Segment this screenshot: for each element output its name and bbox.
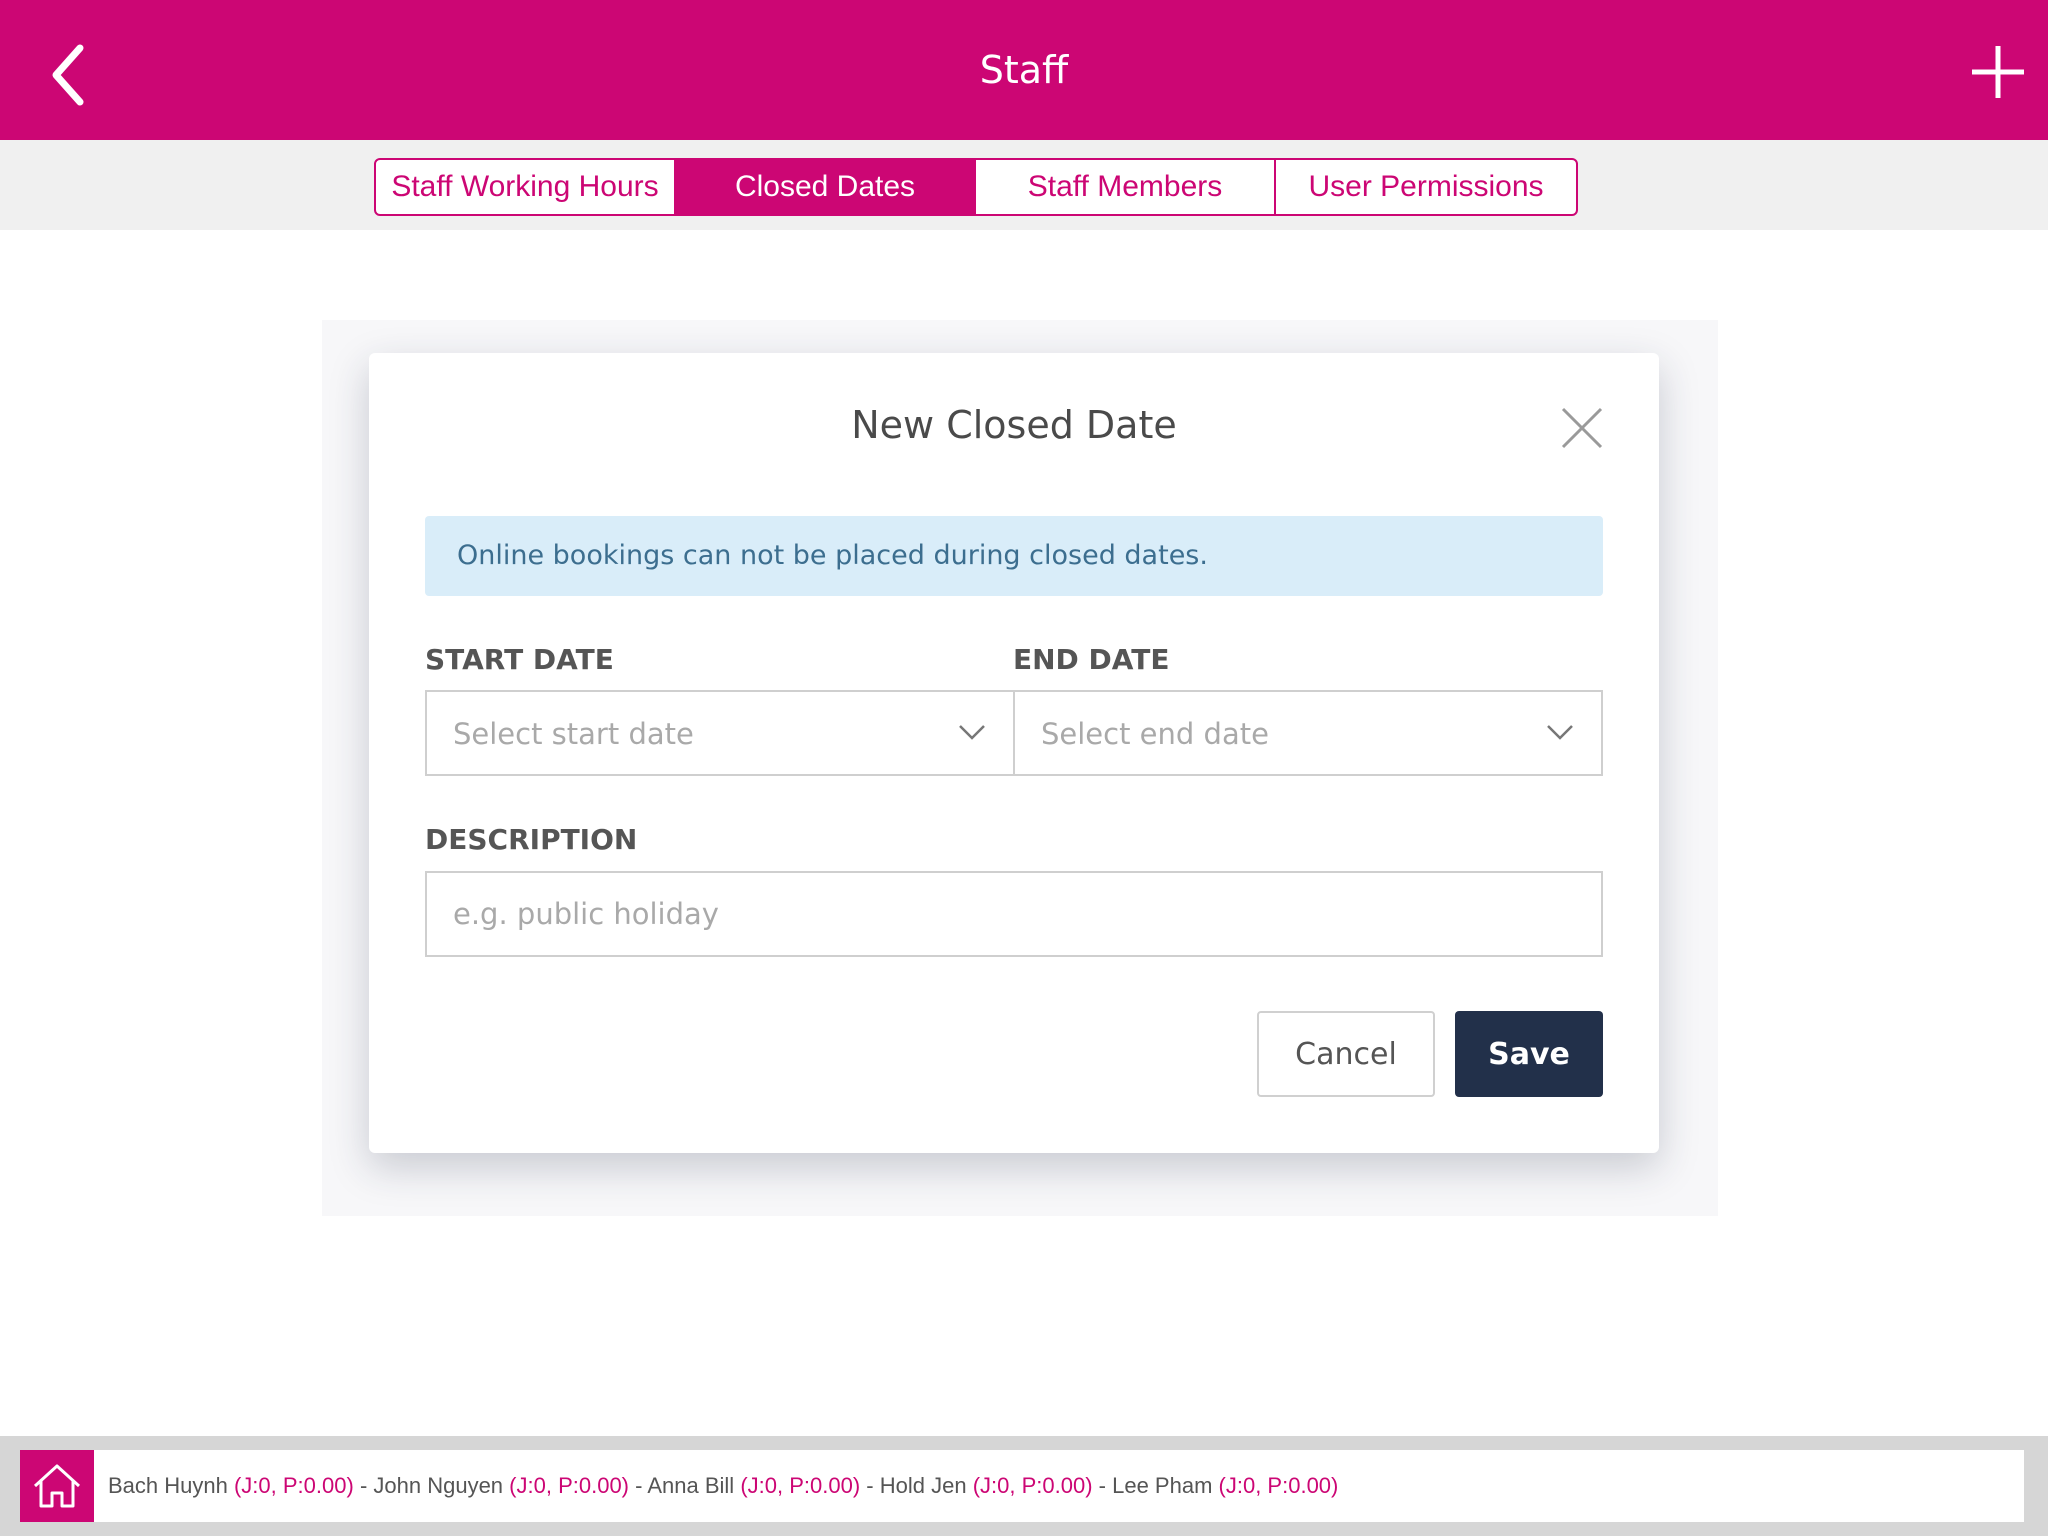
new-closed-date-dialog: New Closed Date Online bookings can not … [369,353,1659,1153]
tab-staff-members[interactable]: Staff Members [976,160,1276,214]
staff-name: Bach Huynh [108,1473,228,1498]
end-date-select[interactable]: Select end date [1013,690,1603,776]
start-date-select[interactable]: Select start date [425,690,1015,776]
staff-stats: (J:0, P:0.00) [509,1473,630,1498]
page-title: Staff [979,48,1069,92]
chevron-down-icon [1547,725,1573,740]
end-date-placeholder: Select end date [1041,717,1269,751]
tab-user-permissions[interactable]: User Permissions [1276,160,1576,214]
plus-icon [1972,46,2024,98]
staff-name: Anna Bill [647,1473,735,1498]
staff-summary: Bach Huynh (J:0, P:0.00) - John Nguyen (… [108,1450,1338,1522]
separator: - [629,1473,648,1498]
staff-stats: (J:0, P:0.00) [740,1473,861,1498]
end-date-label: END DATE [1013,643,1170,676]
home-button[interactable] [20,1450,94,1522]
dialog-title: New Closed Date [851,403,1177,447]
staff-stats: (J:0, P:0.00) [972,1473,1093,1498]
back-button[interactable] [40,40,100,110]
staff-name: Lee Pham [1112,1473,1213,1498]
separator: - [1092,1473,1113,1498]
tab-staff-working-hours[interactable]: Staff Working Hours [376,160,676,214]
start-date-label: START DATE [425,643,614,676]
staff-stats: (J:0, P:0.00) [233,1473,354,1498]
start-date-placeholder: Select start date [453,717,694,751]
separator: - [353,1473,374,1498]
close-icon [1561,407,1603,449]
top-bar: Staff [0,0,2048,140]
staff-name: John Nguyen [373,1473,504,1498]
description-input[interactable] [425,871,1603,957]
chevron-left-icon [52,44,84,106]
home-icon [33,1464,81,1508]
cancel-button[interactable]: Cancel [1257,1011,1435,1097]
info-alert: Online bookings can not be placed during… [425,516,1603,596]
staff-status-bar: Bach Huynh (J:0, P:0.00) - John Nguyen (… [20,1450,2024,1522]
staff-stats: (J:0, P:0.00) [1218,1473,1339,1498]
save-button[interactable]: Save [1455,1011,1603,1097]
chevron-down-icon [959,725,985,740]
close-button[interactable] [1559,405,1605,451]
tab-closed-dates[interactable]: Closed Dates [676,160,976,214]
staff-name: Hold Jen [879,1473,967,1498]
footer-bar: Bach Huynh (J:0, P:0.00) - John Nguyen (… [0,1436,2048,1536]
description-label: DESCRIPTION [425,823,638,856]
segmented-tabs: Staff Working Hours Closed Dates Staff M… [374,158,1578,216]
add-button[interactable] [1970,44,2026,100]
separator: - [860,1473,880,1498]
